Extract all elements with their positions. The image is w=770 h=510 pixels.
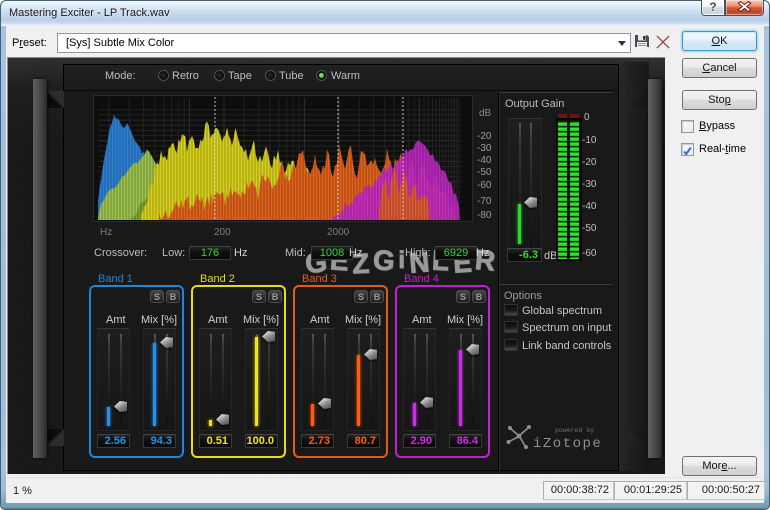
svg-text:iZotope: iZotope [533, 436, 602, 452]
svg-text:powered by: powered by [555, 427, 594, 434]
